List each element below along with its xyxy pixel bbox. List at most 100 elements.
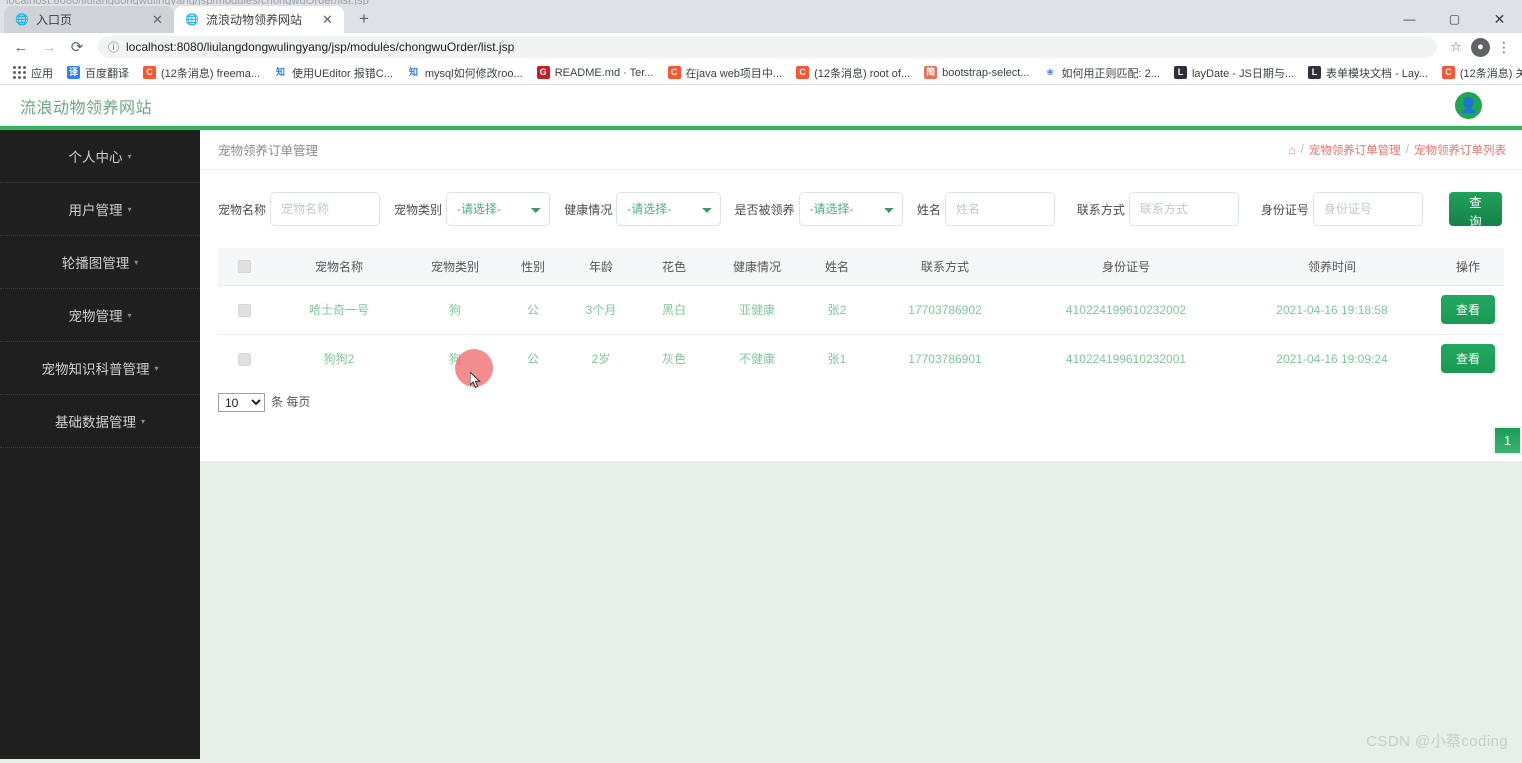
- bookmark-item[interactable]: C (12条消息) freema...: [136, 63, 267, 83]
- maximize-icon[interactable]: ▢: [1432, 5, 1477, 33]
- tab-title: 流浪动物领养网站: [206, 13, 303, 27]
- column-header: 宠物名称: [270, 248, 408, 286]
- cell-adopt-time: 2021-04-16 19:18:58: [1232, 285, 1432, 335]
- table-row[interactable]: 哈士奇一号狗公 3个月 黑白 亚健康 张2 17703786902 410224199610…: [218, 285, 1504, 335]
- bookmark-item[interactable]: LlayDate - JS日期与...: [1167, 63, 1301, 83]
- view-button[interactable]: 查看: [1440, 344, 1495, 374]
- pet-name-input[interactable]: [270, 192, 381, 226]
- bookmark-item[interactable]: ❀ 如何用正则匹配: 2...: [1037, 63, 1167, 83]
- sidebar-item-6[interactable]: 基础数据管理 ▾: [0, 395, 200, 448]
- page-number-1[interactable]: 1: [1493, 426, 1522, 455]
- zhihu-icon: 知: [406, 66, 420, 79]
- column-header: 身份证号: [1020, 248, 1232, 286]
- sidebar-item-label: 宠物管理: [68, 309, 123, 324]
- bookmark-item[interactable]: 译百度翻译: [60, 63, 136, 83]
- user-avatar-icon[interactable]: 👤: [1455, 92, 1482, 119]
- page-size-select[interactable]: 102050100: [218, 393, 265, 412]
- sidebar-item-1[interactable]: 个人中心 ▾: [0, 130, 200, 183]
- select-all-checkbox[interactable]: [237, 260, 251, 274]
- close-icon[interactable]: ✕: [150, 12, 165, 27]
- table-header-row: 宠物名称 宠物类别 性别 年龄 花色 健康情况 姓名 联系方式 身份证号 领养时间 操作: [218, 248, 1504, 286]
- close-window-icon[interactable]: ✕: [1477, 5, 1522, 33]
- site-info-icon[interactable]: ⓘ: [108, 39, 119, 55]
- sidebar-item-5[interactable]: 宠物知识科普管理 ▾: [0, 342, 200, 395]
- cell-action: 查看: [1432, 285, 1504, 335]
- browser-tab-2[interactable]: 🌐 流浪动物领养网站 ✕: [174, 6, 344, 33]
- csdn-icon: C: [796, 66, 810, 79]
- row-checkbox[interactable]: [237, 303, 251, 317]
- bookmark-item[interactable]: 知使用UEditor 报错C...: [267, 63, 400, 83]
- browser-tab-1[interactable]: 🌐 入口页 ✕: [4, 6, 174, 33]
- view-button[interactable]: 查看: [1440, 295, 1495, 324]
- column-header: 联系方式: [870, 248, 1020, 286]
- breadcrumb-bar: 宠物领养订单管理 ⌂ / 宠物领养订单管理 / 宠物领养订单列表: [200, 130, 1522, 170]
- id-card-input[interactable]: [1312, 192, 1423, 226]
- jianshu-icon: 简: [924, 66, 938, 79]
- page-size-suffix: 条 每页: [271, 395, 311, 409]
- id-card-label: 身份证号: [1260, 202, 1309, 217]
- row-checkbox[interactable]: [237, 352, 251, 366]
- cell-color: 灰色: [638, 334, 710, 383]
- gitee-icon: G: [536, 66, 550, 79]
- close-icon[interactable]: ✕: [320, 12, 335, 27]
- globe-icon: 🌐: [185, 14, 199, 26]
- globe-icon: 🌐: [15, 14, 29, 26]
- address-bar[interactable]: ⓘ localhost:8080/liulangdongwulingyang/j…: [98, 36, 1437, 58]
- home-icon[interactable]: ⌂: [1288, 143, 1295, 157]
- zhihu-icon: 知: [274, 66, 288, 79]
- column-header: 领养时间: [1232, 248, 1432, 286]
- column-header: 健康情况: [710, 248, 804, 286]
- cell-action: 查看: [1432, 334, 1504, 383]
- person-name-input[interactable]: [944, 192, 1055, 226]
- bookmark-item[interactable]: 应用: [6, 63, 60, 83]
- row-select-cell: [218, 334, 270, 383]
- breadcrumb-level-2: 宠物领养订单列表: [1414, 144, 1506, 157]
- contact-input[interactable]: [1128, 192, 1239, 226]
- apps-grid-icon: [13, 66, 26, 79]
- forward-icon[interactable]: →: [36, 34, 62, 60]
- adopted-select[interactable]: -请选择-: [798, 192, 903, 226]
- bookmark-star-icon[interactable]: ☆: [1445, 39, 1467, 55]
- cell-contact: 17703786902: [870, 285, 1020, 335]
- cell-id-card: 410224199610232002: [1020, 285, 1232, 335]
- sidebar-item-label: 宠物知识科普管理: [41, 362, 150, 377]
- sidebar-item-label: 轮播图管理: [61, 256, 130, 271]
- health-select[interactable]: -请选择-: [616, 192, 721, 226]
- back-icon[interactable]: ←: [8, 34, 34, 60]
- sidebar-item-label: 基础数据管理: [54, 415, 136, 430]
- minimize-icon[interactable]: —: [1387, 5, 1432, 33]
- bookmark-item[interactable]: C 在java web项目中...: [661, 63, 790, 83]
- translate-icon: 译: [67, 66, 80, 79]
- cell-adopt-time: 2021-04-16 19:09:24: [1232, 334, 1432, 383]
- bookmark-item[interactable]: G README.md · Ter...: [530, 63, 661, 83]
- pet-category-select[interactable]: -请选择-: [446, 192, 551, 226]
- column-header: 花色: [638, 248, 710, 286]
- query-button[interactable]: 查询: [1448, 192, 1502, 229]
- bookmark-item[interactable]: C (12条消息) root of...: [789, 63, 917, 83]
- cell-age: 2岁: [564, 334, 638, 383]
- bookmark-item[interactable]: 知 mysql如何修改roo...: [400, 63, 530, 83]
- sidebar-item-2[interactable]: 用户管理 ▾: [0, 183, 200, 236]
- bookmark-item[interactable]: C (12条消息) 关于lay...: [1435, 63, 1522, 83]
- chevron-down-icon: ▾: [127, 152, 132, 161]
- browser-menu-icon[interactable]: ⋮: [1494, 39, 1514, 56]
- reload-icon[interactable]: ⟳: [64, 34, 90, 60]
- chevron-down-icon: ▾: [127, 205, 132, 214]
- tab-title: 入口页: [36, 13, 73, 27]
- cell-contact: 17703786901: [870, 334, 1020, 383]
- profile-avatar-icon[interactable]: ●: [1471, 37, 1490, 57]
- sidebar-nav: 个人中心 ▾ 用户管理 ▾ 轮播图管理 ▾ 宠物管理 ▾ 宠物知识科普管理 ▾ 基础数据管理 ▾: [0, 130, 200, 759]
- new-tab-button[interactable]: +: [350, 5, 378, 33]
- bookmark-item[interactable]: L 表单模块文档 - Lay...: [1301, 63, 1435, 83]
- sidebar-item-4[interactable]: 宠物管理 ▾: [0, 289, 200, 342]
- navigation-bar: ← → ⟳ ⓘ localhost:8080/liulangdongwuling…: [0, 33, 1522, 61]
- sidebar-item-label: 用户管理: [68, 203, 123, 218]
- bookmark-item[interactable]: 简 bootstrap-select...: [917, 63, 1036, 83]
- breadcrumb-level-1[interactable]: 宠物领养订单管理: [1309, 142, 1401, 158]
- cell-gender: 公: [502, 285, 564, 335]
- column-header: 操作: [1432, 248, 1504, 286]
- sidebar-item-3[interactable]: 轮播图管理 ▾: [0, 236, 200, 289]
- bookmark-label: 在java web项目中...: [685, 67, 783, 80]
- bookmark-label: 应用: [31, 67, 53, 80]
- table-row[interactable]: 狗狗2 狗公 2岁 灰色 不健康 张1 17703786901 410224199610232…: [218, 334, 1504, 383]
